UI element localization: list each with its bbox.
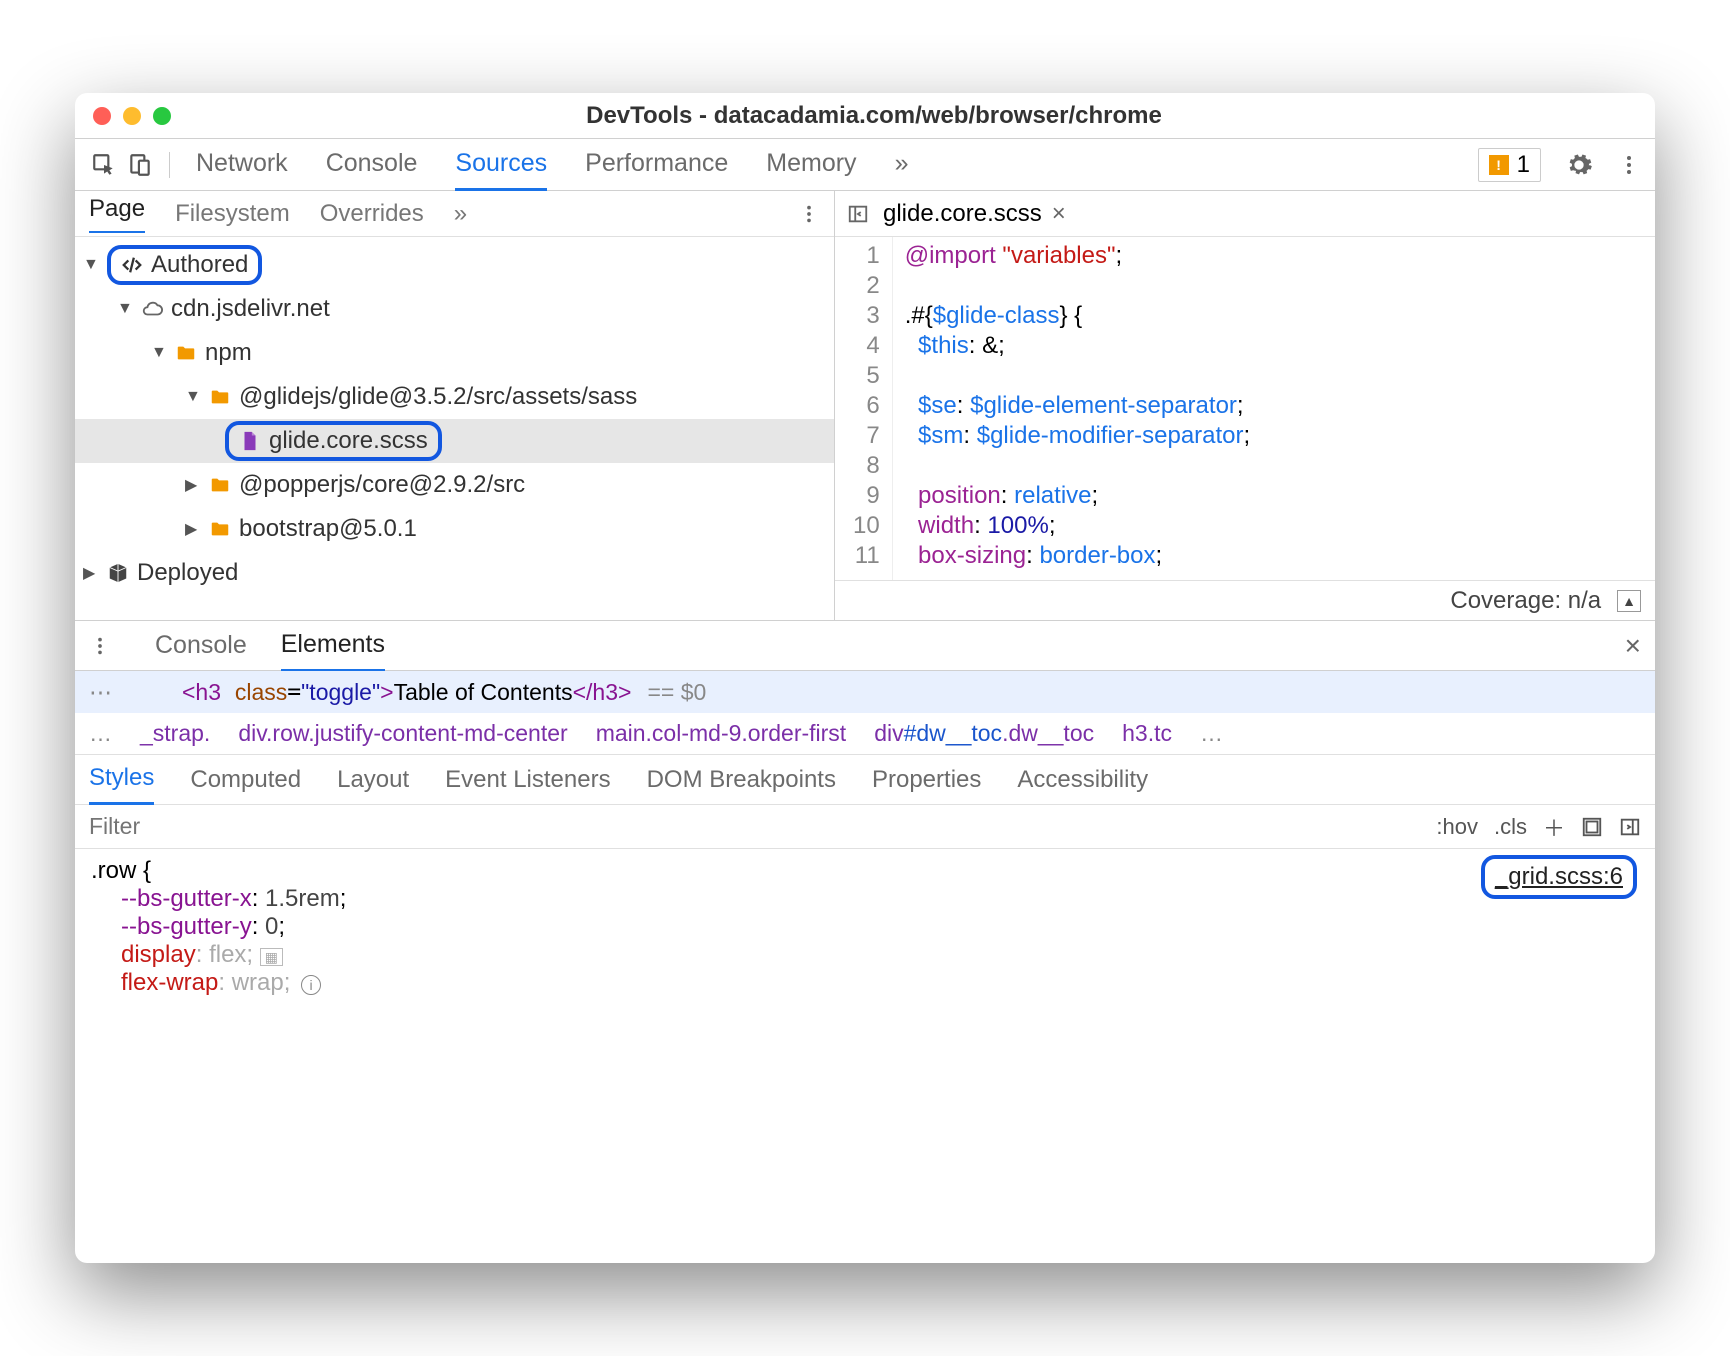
warnings-count: 1 [1517, 151, 1530, 179]
tab-dom-breakpoints[interactable]: DOM Breakpoints [647, 756, 836, 804]
breadcrumbs[interactable]: … _strap. div.row.justify-content-md-cen… [75, 713, 1655, 755]
authored-label: Authored [151, 251, 248, 279]
editor-tab[interactable]: glide.core.scss × [883, 200, 1066, 228]
code-area[interactable]: @import "variables"; .#{$glide-class} { … [893, 237, 1263, 580]
hov-toggle[interactable]: :hov [1436, 814, 1478, 840]
panel-tabs: Network Console Sources Performance Memo… [196, 139, 908, 191]
tree-popper[interactable]: @popperjs/core@2.9.2/src [75, 463, 834, 507]
tabs-overflow-icon[interactable]: » [895, 139, 909, 191]
folder-icon [175, 342, 197, 364]
box-icon [107, 562, 129, 584]
toggle-navigator-icon[interactable] [847, 203, 869, 225]
computed-toggle-icon[interactable] [1581, 816, 1603, 838]
dom-selected-node[interactable]: ⋯ <h3 class="toggle">Table of Contents</… [75, 671, 1655, 713]
navigator-pane: Page Filesystem Overrides » Authored [75, 191, 835, 620]
close-window[interactable] [93, 107, 111, 125]
zoom-window[interactable] [153, 107, 171, 125]
warnings-badge[interactable]: ! 1 [1478, 148, 1541, 182]
file-icon [239, 430, 261, 452]
flex-grid-icon[interactable]: ▦ [260, 948, 283, 966]
cloud-icon [141, 298, 163, 320]
styles-rules[interactable]: _grid.scss:6 .row { --bs-gutter-x: 1.5re… [75, 849, 1655, 1263]
tab-accessibility[interactable]: Accessibility [1017, 756, 1148, 804]
drawer-tab-console[interactable]: Console [155, 621, 247, 670]
tree-deployed[interactable]: Deployed [75, 551, 834, 595]
nav-more-icon[interactable] [798, 203, 820, 225]
tab-console[interactable]: Console [326, 139, 418, 191]
nav-tab-filesystem[interactable]: Filesystem [175, 200, 290, 228]
minimize-window[interactable] [123, 107, 141, 125]
nav-tabs-overflow-icon[interactable]: » [454, 200, 467, 228]
nav-tab-overrides[interactable]: Overrides [320, 200, 424, 228]
file-tree: Authored cdn.jsdelivr.net npm @glidejs/ [75, 237, 834, 620]
close-tab-icon[interactable]: × [1052, 200, 1066, 228]
editor-pane: glide.core.scss × 1234567891011 @import … [835, 191, 1655, 620]
tab-styles[interactable]: Styles [89, 754, 154, 805]
drawer-close-icon[interactable]: × [1625, 630, 1641, 662]
tree-authored[interactable]: Authored [75, 243, 834, 287]
tree-bootstrap[interactable]: bootstrap@5.0.1 [75, 507, 834, 551]
rule-source-link[interactable]: _grid.scss:6 [1481, 855, 1637, 899]
cls-toggle[interactable]: .cls [1494, 814, 1527, 840]
more-icon[interactable] [1617, 153, 1641, 177]
coverage-status: Coverage: n/a [1450, 587, 1601, 615]
device-icon[interactable] [125, 150, 155, 180]
tree-glide-pkg[interactable]: @glidejs/glide@3.5.2/src/assets/sass [75, 375, 834, 419]
drawer-tab-elements[interactable]: Elements [281, 620, 385, 672]
tab-properties[interactable]: Properties [872, 756, 981, 804]
tab-event-listeners[interactable]: Event Listeners [445, 756, 610, 804]
tab-computed[interactable]: Computed [190, 756, 301, 804]
sidebar-toggle-icon[interactable] [1619, 816, 1641, 838]
drawer-more-icon[interactable] [89, 635, 111, 657]
devtools-toolbar: Network Console Sources Performance Memo… [75, 139, 1655, 191]
folder-icon [209, 474, 231, 496]
tree-npm[interactable]: npm [75, 331, 834, 375]
tree-glide-file[interactable]: glide.core.scss [75, 419, 834, 463]
info-icon[interactable]: i [301, 975, 321, 995]
code-icon [121, 254, 143, 276]
settings-icon[interactable] [1565, 151, 1593, 179]
styles-filter-input[interactable] [89, 813, 1420, 840]
inspect-icon[interactable] [89, 150, 119, 180]
new-rule-icon[interactable]: ＋ [1543, 811, 1565, 843]
tab-network[interactable]: Network [196, 139, 288, 191]
tab-memory[interactable]: Memory [766, 139, 856, 191]
titlebar: DevTools - datacadamia.com/web/browser/c… [75, 93, 1655, 139]
traffic-lights [93, 107, 171, 125]
tab-layout[interactable]: Layout [337, 756, 409, 804]
window-title: DevTools - datacadamia.com/web/browser/c… [171, 102, 1577, 130]
line-gutter: 1234567891011 [835, 237, 893, 580]
tab-sources[interactable]: Sources [455, 139, 547, 191]
warning-icon: ! [1489, 155, 1509, 175]
tab-performance[interactable]: Performance [585, 139, 728, 191]
expand-icon[interactable]: ▲ [1617, 590, 1641, 612]
tree-cdn[interactable]: cdn.jsdelivr.net [75, 287, 834, 331]
folder-icon [209, 518, 231, 540]
nav-tab-page[interactable]: Page [89, 195, 145, 233]
folder-icon [209, 386, 231, 408]
